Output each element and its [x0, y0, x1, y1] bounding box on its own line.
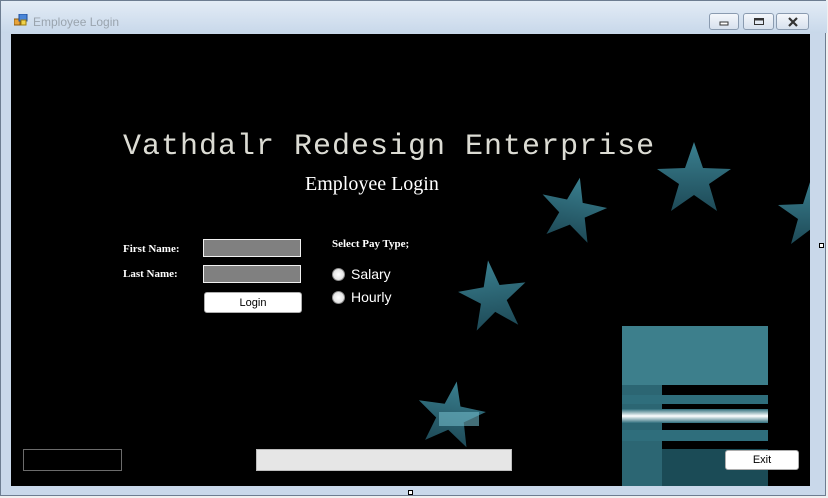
exit-button[interactable]: Exit: [725, 450, 799, 470]
maximize-button[interactable]: [743, 13, 774, 30]
last-name-label: Last Name:: [123, 268, 178, 280]
maximize-icon: [753, 18, 764, 25]
first-name-label: First Name:: [123, 243, 180, 255]
background-graphic: [418, 142, 810, 486]
progress-bar: [256, 449, 512, 471]
salary-radio-label: Salary: [351, 266, 391, 282]
title-bar[interactable]: Employee Login: [1, 1, 827, 33]
last-name-input[interactable]: [203, 265, 301, 283]
salary-radio-option[interactable]: Salary: [332, 266, 391, 282]
minimize-button[interactable]: [709, 13, 739, 30]
app-icon: [14, 14, 28, 26]
first-name-input[interactable]: [203, 239, 301, 257]
status-box: [23, 449, 122, 471]
hourly-radio-option[interactable]: Hourly: [332, 289, 391, 305]
star-icon: [458, 260, 526, 331]
resize-handle-bottom[interactable]: [408, 490, 413, 495]
minimize-icon: [719, 21, 729, 25]
star-icon: [542, 177, 608, 243]
form-canvas: Vathdalr Redesign Enterprise Employee Lo…: [11, 34, 810, 486]
close-icon: [787, 16, 798, 27]
login-button[interactable]: Login: [204, 292, 302, 313]
hourly-radio-label: Hourly: [351, 289, 392, 305]
pay-type-label: Select Pay Type;: [332, 238, 410, 250]
close-button[interactable]: [776, 13, 809, 30]
company-title: Vathdalr Redesign Enterprise: [123, 130, 656, 164]
page-subtitle: Employee Login: [305, 173, 439, 195]
hourly-radio[interactable]: [332, 290, 345, 304]
star-icon: [657, 142, 731, 211]
star-icon: [778, 182, 810, 244]
employee-login-window: Employee Login Vathdalr Redesign Enterpr…: [0, 0, 827, 496]
salary-radio[interactable]: [332, 267, 345, 281]
window-title: Employee Login: [33, 15, 120, 29]
resize-handle-right[interactable]: [819, 243, 824, 248]
